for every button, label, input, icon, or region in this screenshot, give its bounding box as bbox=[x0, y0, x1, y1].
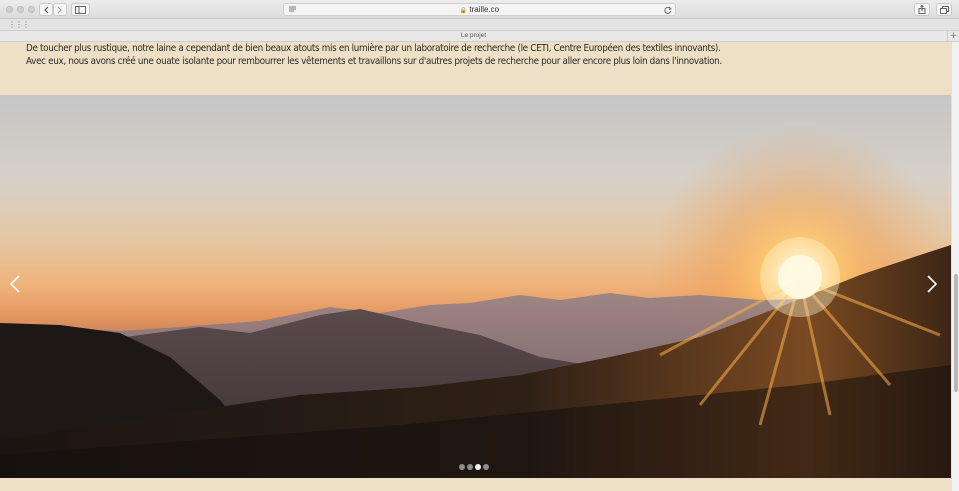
sunset-mountains-photo bbox=[0, 95, 951, 478]
carousel-dot-2[interactable] bbox=[467, 464, 473, 470]
url-text: traille.co bbox=[469, 5, 500, 14]
close-window-button[interactable] bbox=[6, 6, 13, 13]
chevron-right-icon bbox=[57, 6, 62, 13]
chevron-left-icon bbox=[9, 275, 20, 293]
tabs-overview-button[interactable] bbox=[936, 3, 952, 16]
carousel-dot-1[interactable] bbox=[459, 464, 465, 470]
back-button[interactable] bbox=[39, 3, 53, 16]
sidebar-toggle-button[interactable] bbox=[71, 3, 90, 16]
page-scrollbar[interactable] bbox=[951, 42, 959, 491]
share-button[interactable] bbox=[914, 3, 930, 16]
address-bar[interactable]: 🔒 traille.co bbox=[283, 3, 676, 16]
reload-icon[interactable] bbox=[664, 6, 672, 14]
new-tab-button[interactable]: + bbox=[947, 31, 959, 42]
lock-icon: 🔒 bbox=[459, 8, 468, 14]
page-footer-band bbox=[0, 478, 951, 491]
zoom-window-button[interactable] bbox=[28, 6, 35, 13]
image-carousel[interactable] bbox=[0, 95, 951, 478]
favorites-grid-icon[interactable]: ⋮⋮⋮ bbox=[8, 20, 30, 29]
sidebar-icon bbox=[75, 5, 86, 14]
browser-toolbar: 🔒 traille.co bbox=[0, 0, 959, 19]
scrollbar-thumb[interactable] bbox=[954, 274, 958, 392]
forward-button[interactable] bbox=[53, 3, 67, 16]
paragraph-ceti: De toucher plus rustique, notre laine a … bbox=[26, 43, 721, 54]
favorites-bar: ⋮⋮⋮ bbox=[0, 19, 959, 31]
plus-icon: + bbox=[949, 31, 958, 41]
carousel-prev-button[interactable] bbox=[9, 275, 25, 297]
carousel-dot-3[interactable] bbox=[475, 464, 481, 470]
chevron-right-icon bbox=[927, 275, 938, 293]
share-icon bbox=[918, 5, 926, 14]
carousel-next-button[interactable] bbox=[926, 275, 942, 297]
text-section: De toucher plus rustique, notre laine a … bbox=[0, 42, 951, 95]
carousel-dot-4[interactable] bbox=[483, 464, 489, 470]
paragraph-ouate: Avec eux, nous avons créé une ouate isol… bbox=[26, 56, 722, 67]
url-display: 🔒 traille.co bbox=[284, 5, 675, 14]
tabs-icon bbox=[939, 5, 949, 14]
tab-bar: Le projet + bbox=[0, 31, 959, 42]
chevron-left-icon bbox=[44, 6, 49, 13]
carousel-dots bbox=[459, 464, 489, 470]
tab-le-projet[interactable]: Le projet bbox=[0, 32, 947, 39]
minimize-window-button[interactable] bbox=[17, 6, 24, 13]
